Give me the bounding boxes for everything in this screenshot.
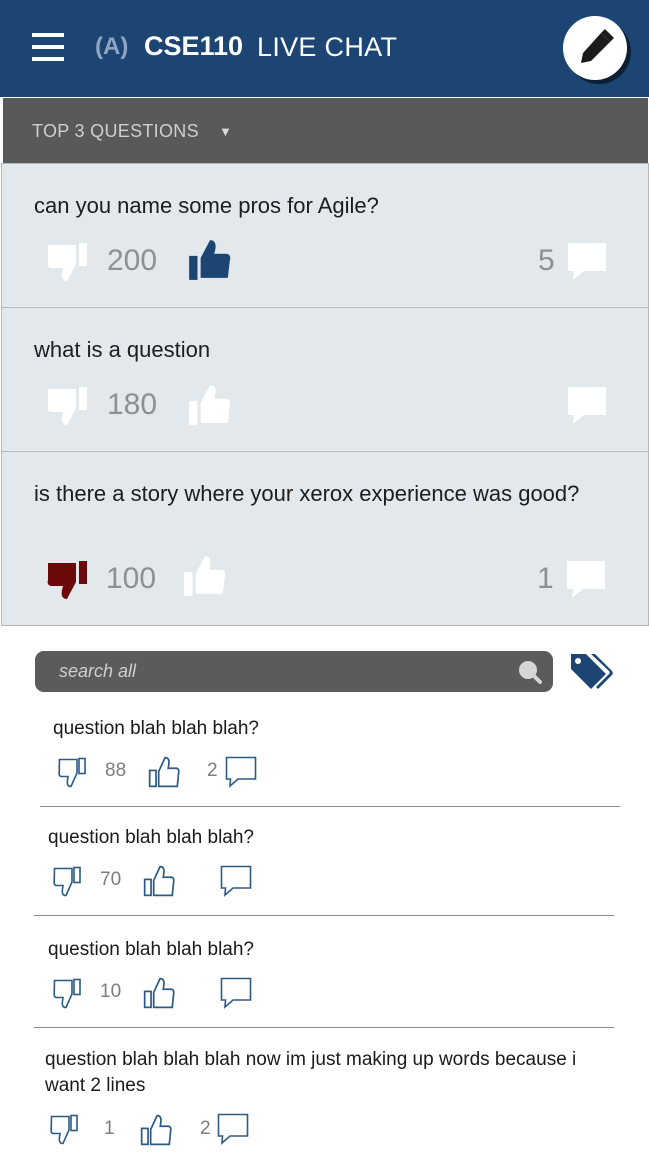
vote-count: 70 [100, 869, 122, 890]
question-text: can you name some pros for Agile? [34, 193, 379, 218]
tags-icon[interactable] [568, 651, 614, 691]
app-header: (A) CSE110 LIVE CHAT [0, 0, 649, 97]
list-item[interactable]: question blah blah blah? 10 [0, 927, 649, 1027]
chevron-down-icon: ▼ [219, 124, 232, 139]
comment-count: 2 [207, 760, 218, 781]
comment-icon[interactable] [567, 242, 607, 282]
top-question-card[interactable]: can you name some pros for Agile? 200 5 [1, 163, 649, 308]
question-text: question blah blah blah? [48, 827, 255, 848]
comment-count: 5 [538, 244, 555, 277]
comment-icon[interactable] [225, 756, 257, 788]
vote-count: 10 [100, 981, 122, 1002]
vote-count: 100 [106, 562, 157, 595]
question-text: question blah blah blah now im just maki… [45, 1049, 577, 1096]
vote-count: 1 [104, 1118, 115, 1139]
list-item[interactable]: question blah blah blah? 88 2 [0, 706, 649, 808]
comment-icon[interactable] [566, 560, 606, 600]
top-question-card[interactable]: is there a story where your xerox experi… [1, 451, 649, 626]
divider [40, 806, 620, 807]
thumbs-up-icon[interactable] [186, 381, 232, 427]
thumbs-down-icon[interactable] [53, 978, 83, 1010]
question-text: question blah blah blah? [48, 939, 255, 960]
page-title: LIVE CHAT [257, 32, 398, 62]
question-text: what is a question [34, 337, 211, 362]
search-icon[interactable] [518, 660, 542, 684]
divider [34, 915, 614, 916]
compose-button[interactable] [563, 16, 627, 80]
thumbs-up-icon[interactable] [143, 864, 175, 898]
list-item[interactable]: question blah blah blah now im just maki… [0, 1035, 649, 1152]
thumbs-down-icon[interactable] [58, 757, 88, 789]
search-input[interactable] [59, 659, 499, 683]
search-bar [35, 651, 553, 692]
question-text: question blah blah blah? [53, 718, 260, 739]
thumbs-up-icon[interactable] [186, 236, 232, 282]
comment-count: 1 [537, 562, 554, 595]
section-label: (A) [95, 33, 129, 60]
hamburger-menu-icon[interactable] [32, 33, 64, 61]
vote-count: 180 [107, 388, 158, 421]
comment-icon[interactable] [217, 1113, 249, 1145]
pencil-icon [581, 29, 614, 63]
comment-count: 2 [200, 1118, 211, 1139]
question-text: is there a story where your xerox experi… [34, 481, 580, 506]
thumbs-down-icon[interactable] [46, 385, 90, 429]
thumbs-down-icon[interactable] [46, 559, 90, 603]
thumbs-up-icon[interactable] [140, 1113, 172, 1147]
vote-count: 200 [107, 244, 158, 277]
thumbs-up-icon[interactable] [181, 552, 227, 598]
course-code: CSE110 [144, 31, 244, 61]
thumbs-down-icon[interactable] [50, 1114, 80, 1146]
thumbs-up-icon[interactable] [143, 976, 175, 1010]
top-questions-label: TOP 3 QUESTIONS [32, 121, 199, 141]
comment-icon[interactable] [220, 977, 252, 1009]
vote-count: 88 [105, 760, 127, 781]
top-question-card[interactable]: what is a question 180 [1, 307, 649, 452]
thumbs-up-icon[interactable] [148, 755, 180, 789]
thumbs-down-icon[interactable] [46, 241, 90, 285]
list-item[interactable]: question blah blah blah? 70 [0, 815, 649, 915]
divider [34, 1027, 614, 1028]
comment-icon[interactable] [567, 386, 607, 426]
comment-icon[interactable] [220, 865, 252, 897]
top-questions-dropdown[interactable]: TOP 3 QUESTIONS ▼ [3, 98, 648, 163]
thumbs-down-icon[interactable] [53, 866, 83, 898]
